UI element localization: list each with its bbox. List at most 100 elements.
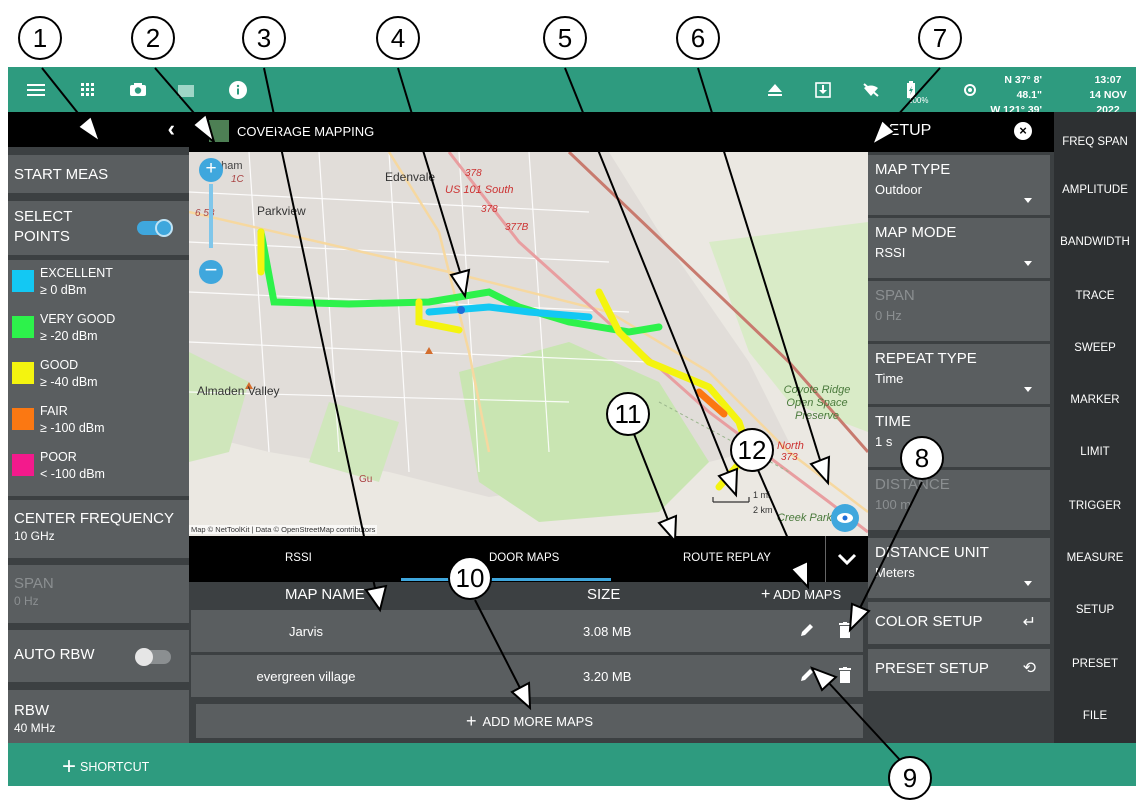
toggle-knob — [135, 648, 153, 666]
delete-trash-icon[interactable] — [839, 622, 851, 641]
edit-pencil-icon[interactable] — [799, 622, 815, 641]
map-label-road2: 378 — [465, 168, 482, 179]
add-maps-button[interactable]: + ADD MAPS — [761, 586, 841, 604]
menu-item-limit[interactable]: LIMIT — [1054, 446, 1136, 458]
center-frequency-button[interactable]: CENTER FREQUENCY 10 GHz — [8, 500, 189, 558]
time-value: 1 s — [875, 434, 893, 449]
tab-route-replay[interactable]: ROUTE REPLAY — [683, 552, 771, 564]
callout-11: 11 — [606, 392, 650, 436]
edit-pencil-icon[interactable] — [799, 667, 815, 686]
map-size-cell: 3.08 MB — [583, 624, 632, 639]
zoom-out-button[interactable]: − — [199, 259, 223, 284]
callout-4: 4 — [376, 16, 420, 60]
save-icon[interactable] — [808, 67, 838, 112]
map-mode-value: RSSI — [875, 245, 906, 260]
auto-rbw-toggle-row[interactable]: AUTO RBW — [8, 630, 189, 682]
distance-value: 100 m — [875, 497, 912, 512]
legend-range: ≥ -20 dBm — [40, 329, 98, 343]
menu-item-file[interactable]: FILE — [1054, 710, 1136, 722]
zoom-in-button[interactable]: + — [199, 158, 223, 182]
map-name-cell: Jarvis — [289, 624, 323, 639]
setup-panel: SETUP × MAP TYPE Outdoor MAP MODE RSSI S… — [868, 112, 1054, 743]
legend-label: VERY GOOD — [40, 312, 116, 326]
map-label-road4: 377B — [505, 222, 529, 233]
setup-span-field: SPAN 0 Hz — [868, 281, 1050, 341]
map-label-place6: Almaden Valley — [197, 384, 280, 398]
center-frequency-label: CENTER FREQUENCY — [14, 510, 175, 527]
folder-icon[interactable] — [168, 67, 204, 112]
locate-eye-icon[interactable] — [831, 504, 859, 532]
right-menu: FREQ SPAN AMPLITUDE BANDWIDTH TRACE SWEE… — [1054, 112, 1136, 743]
center-frequency-value: 10 GHz — [14, 529, 55, 543]
menu-item-bandwidth[interactable]: BANDWIDTH — [1054, 236, 1136, 248]
zoom-slider-track[interactable] — [209, 184, 213, 248]
start-meas-button[interactable]: START MEAS — [8, 155, 189, 193]
map-label-road6: Gu — [359, 474, 373, 485]
callout-6: 6 — [676, 16, 720, 60]
menu-icon[interactable] — [18, 67, 54, 112]
color-setup-button[interactable]: COLOR SETUP ↵ — [868, 602, 1050, 644]
battery-percent: 100% — [908, 96, 929, 105]
menu-item-setup[interactable]: SETUP — [1054, 604, 1136, 616]
add-more-maps-button[interactable]: + ADD MORE MAPS — [196, 704, 863, 738]
map-mode-dropdown[interactable]: MAP MODE RSSI — [868, 218, 1050, 278]
tab-rssi[interactable]: RSSI — [285, 552, 312, 564]
map-type-dropdown[interactable]: MAP TYPE Outdoor — [868, 155, 1050, 215]
map-tabs: RSSI DOOR MAPS ROUTE REPLAY — [189, 536, 868, 582]
spectrum-icon — [209, 120, 229, 142]
auto-rbw-toggle[interactable] — [135, 648, 171, 666]
map-label-place8: North — [777, 440, 804, 452]
color-legend: EXCELLENT ≥ 0 dBm VERY GOOD ≥ -20 dBm GO… — [8, 260, 189, 496]
rbw-value: 40 MHz — [14, 721, 56, 735]
camera-icon[interactable] — [120, 67, 156, 112]
collapse-tabs-button[interactable] — [825, 536, 868, 582]
top-toolbar: 100% N 37° 8' 48.1" W 121° 39' 23.2" 13:… — [8, 67, 1136, 131]
table-row[interactable]: Jarvis 3.08 MB — [191, 610, 863, 652]
gps-latitude: N 37° 8' 48.1" — [1004, 74, 1042, 101]
rbw-button[interactable]: RBW 40 MHz — [8, 690, 189, 743]
distance-unit-label: DISTANCE UNIT — [875, 544, 989, 561]
left-panel-header: ‹ — [8, 112, 189, 147]
menu-item-amplitude[interactable]: AMPLITUDE — [1054, 184, 1136, 196]
menu-item-freq-span[interactable]: FREQ SPAN — [1054, 136, 1136, 148]
screen: 100% N 37° 8' 48.1" W 121° 39' 23.2" 13:… — [0, 0, 1136, 806]
map-size-cell: 3.20 MB — [583, 669, 632, 684]
callout-5: 5 — [543, 16, 587, 60]
map-view[interactable]: nham 1C Edenvale Parkview 6 58 US 101 So… — [189, 152, 868, 536]
clock-time: 13:07 — [1094, 74, 1122, 86]
menu-item-trigger[interactable]: TRIGGER — [1054, 500, 1136, 512]
map-label-road1: US 101 South — [445, 184, 514, 196]
shortcut-button[interactable]: + SHORTCUT — [62, 753, 149, 781]
active-tab-underline — [401, 578, 611, 581]
dropdown-caret-icon — [1024, 581, 1032, 586]
select-points-toggle-row[interactable]: SELECT POINTS — [8, 201, 189, 255]
tab-outdoor-maps[interactable]: DOOR MAPS — [489, 552, 559, 564]
info-icon[interactable] — [220, 67, 256, 112]
legend-label: GOOD — [40, 358, 79, 372]
enter-arrow-icon: ↵ — [1022, 614, 1036, 631]
menu-item-sweep[interactable]: SWEEP — [1054, 342, 1136, 354]
menu-item-preset[interactable]: PRESET — [1054, 658, 1136, 670]
delete-trash-icon[interactable] — [839, 667, 851, 686]
legend-swatch — [12, 316, 34, 338]
menu-item-marker[interactable]: MARKER — [1054, 394, 1136, 406]
time-field[interactable]: TIME 1 s — [868, 407, 1050, 467]
eject-icon[interactable] — [760, 67, 790, 112]
plus-icon: + — [62, 753, 77, 780]
map-label-road3: 378 — [481, 204, 498, 215]
collapse-chevron-icon[interactable]: ‹ — [168, 116, 175, 142]
menu-item-measure[interactable]: MEASURE — [1054, 552, 1136, 564]
distance-unit-dropdown[interactable]: DISTANCE UNIT Meters — [868, 538, 1050, 598]
legend-label: POOR — [40, 450, 77, 464]
preset-setup-button[interactable]: PRESET SETUP ⟲ — [868, 649, 1050, 691]
menu-item-trace[interactable]: TRACE — [1054, 290, 1136, 302]
select-points-toggle[interactable] — [137, 219, 173, 237]
col-map-name: MAP NAME — [285, 586, 365, 603]
legend-swatch — [12, 454, 34, 476]
apps-grid-icon[interactable] — [70, 67, 106, 112]
table-row[interactable]: evergreen village 3.20 MB — [191, 655, 863, 697]
repeat-type-dropdown[interactable]: REPEAT TYPE Time — [868, 344, 1050, 404]
map-attribution: Map © NetToolKit | Data © OpenStreetMap … — [189, 525, 378, 534]
map-scale-label: 1 mi — [753, 490, 771, 500]
close-icon[interactable]: × — [1014, 122, 1032, 140]
